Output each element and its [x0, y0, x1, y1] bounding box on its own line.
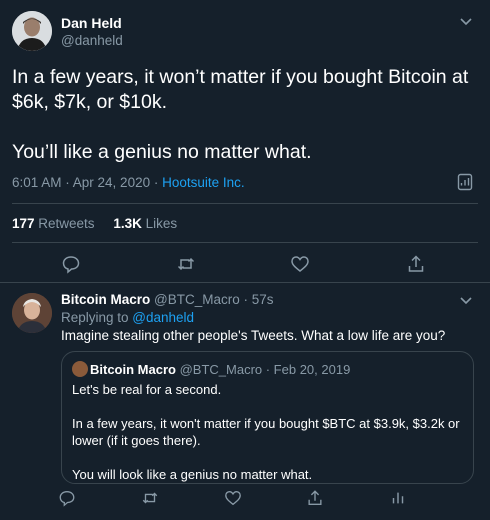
quoted-tweet[interactable]: Bitcoin Macro @BTC_Macro · Feb 20, 2019 … — [61, 351, 474, 484]
reply-tweet[interactable]: Bitcoin Macro @BTC_Macro · 57s Replying … — [0, 283, 490, 520]
author-avatar[interactable] — [12, 11, 52, 51]
retweet-icon[interactable] — [176, 254, 196, 274]
divider — [12, 242, 478, 243]
likes-stat[interactable]: 1.3K Likes — [113, 216, 177, 231]
reply-avatar[interactable] — [12, 293, 52, 333]
replying-to: Replying to @danheld — [61, 310, 194, 325]
author-name[interactable]: Dan Held — [61, 15, 122, 31]
share-icon[interactable] — [306, 489, 324, 507]
tweet-stats: 177 Retweets 1.3K Likes — [12, 216, 177, 231]
tweet-timestamp[interactable]: 6:01 AM · Apr 24, 2020 · — [12, 175, 162, 190]
main-tweet: Dan Held @danheld In a few years, it won… — [0, 0, 490, 283]
quoted-author-name: Bitcoin Macro — [90, 362, 176, 377]
like-icon[interactable] — [224, 489, 242, 507]
replying-prefix: Replying to — [61, 310, 133, 325]
mention-link[interactable]: @danheld — [132, 310, 194, 325]
reply-author-name[interactable]: Bitcoin Macro — [61, 292, 150, 307]
retweets-count: 177 — [12, 216, 35, 231]
retweets-label: Retweets — [34, 216, 95, 231]
stats-icon[interactable] — [389, 489, 407, 507]
tweet-source[interactable]: Hootsuite Inc. — [162, 175, 245, 190]
author-handle[interactable]: @danheld — [61, 33, 123, 48]
reply-icon[interactable] — [58, 489, 76, 507]
reply-handle-time[interactable]: @BTC_Macro · 57s — [150, 292, 273, 307]
reply-header: Bitcoin Macro @BTC_Macro · 57s — [61, 292, 274, 307]
retweet-icon[interactable] — [141, 489, 159, 507]
tweet-text: In a few years, it won’t matter if you b… — [12, 66, 469, 163]
like-icon[interactable] — [290, 254, 310, 274]
reply-text: Imagine stealing other people's Tweets. … — [61, 328, 446, 343]
reply-icon[interactable] — [61, 254, 81, 274]
likes-count: 1.3K — [113, 216, 142, 231]
quoted-handle-date: @BTC_Macro · Feb 20, 2019 — [175, 362, 351, 377]
chevron-down-icon[interactable] — [458, 13, 474, 29]
tweet-meta: 6:01 AM · Apr 24, 2020 · Hootsuite Inc. — [12, 175, 245, 190]
quoted-header: Bitcoin Macro @BTC_Macro · Feb 20, 2019 — [72, 361, 350, 377]
retweets-stat[interactable]: 177 Retweets — [12, 216, 95, 231]
quoted-text: Let's be real for a second. In a few yea… — [72, 382, 460, 482]
likes-label: Likes — [141, 216, 178, 231]
share-icon[interactable] — [406, 254, 426, 274]
quoted-avatar — [72, 361, 88, 377]
divider — [12, 203, 478, 204]
chevron-down-icon[interactable] — [458, 292, 474, 308]
analytics-icon[interactable] — [457, 173, 473, 191]
